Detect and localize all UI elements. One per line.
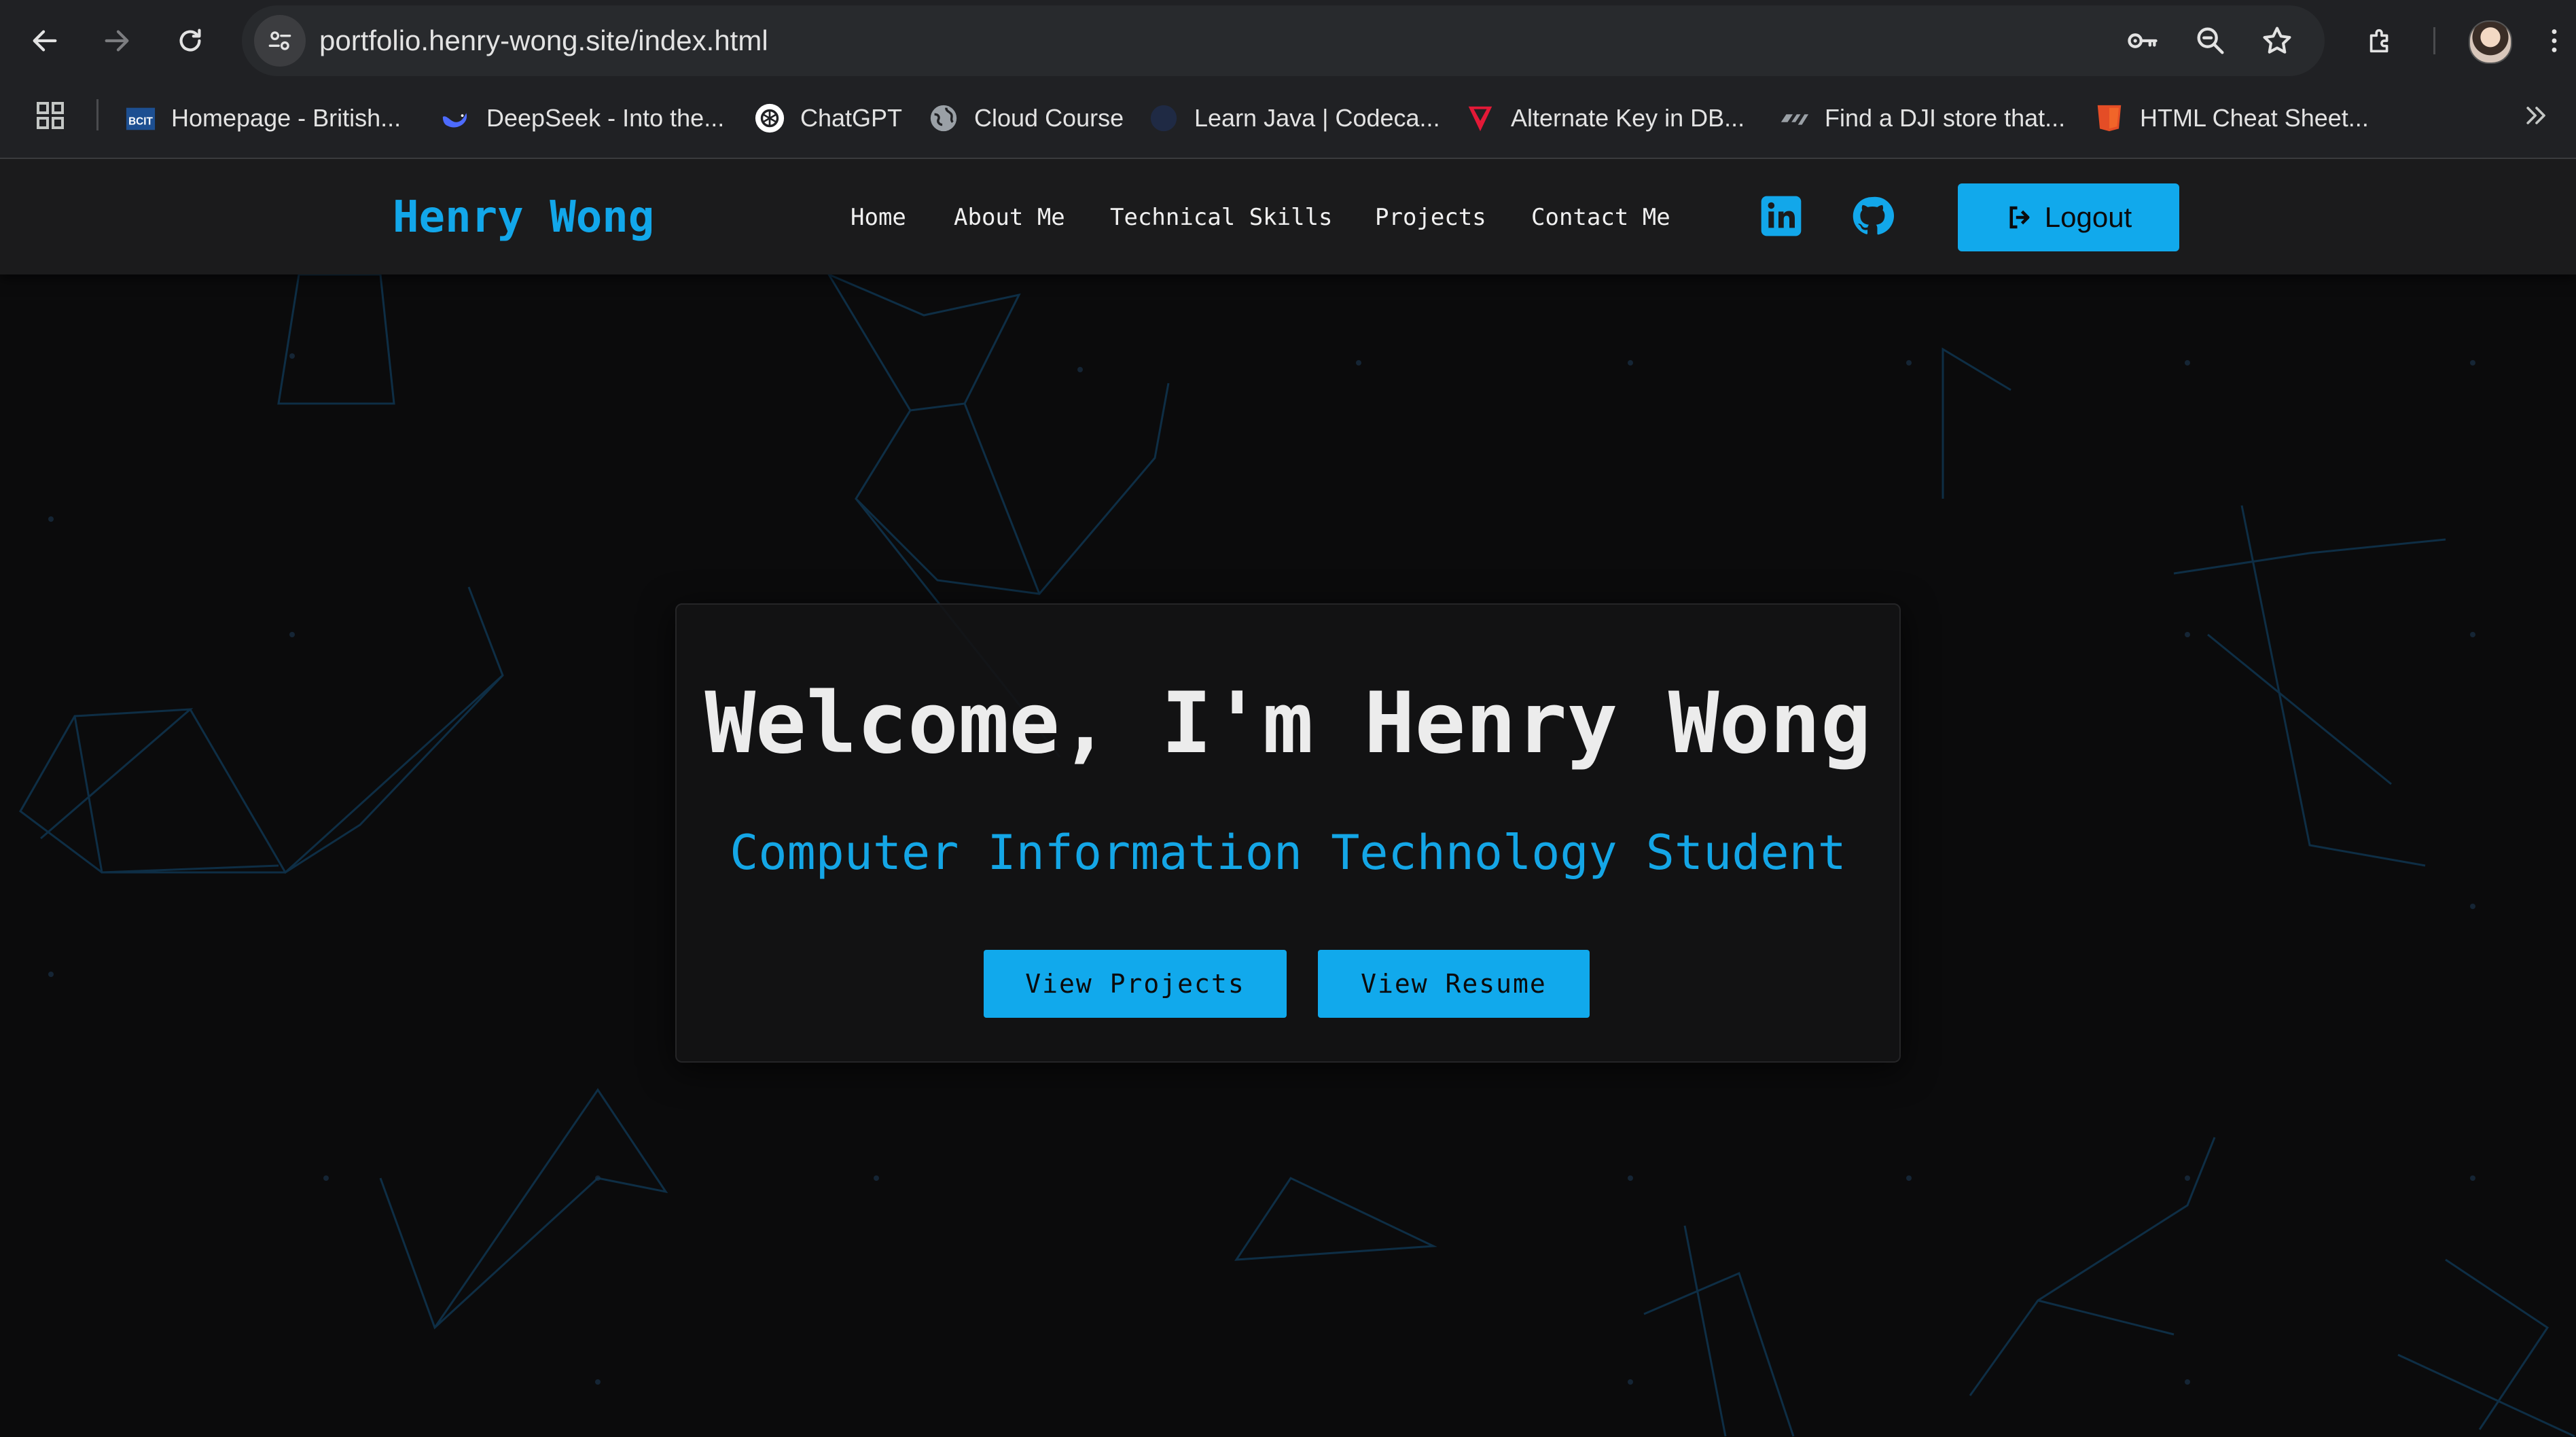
globe-icon [928, 103, 959, 134]
bookmark-label: Learn Java | Codeca... [1194, 104, 1440, 132]
reload-button[interactable] [164, 15, 216, 67]
view-projects-button[interactable]: View Projects [984, 950, 1287, 1018]
nav-link-about-me[interactable]: About Me [954, 202, 1065, 232]
bookmarks-bar: BCIT Homepage - British... DeepSeek - In… [0, 83, 2576, 151]
chevron-double-right-icon[interactable] [2522, 101, 2552, 130]
sign-out-icon [2009, 206, 2030, 229]
url-text[interactable]: portfolio.henry-wong.site/index.html [319, 22, 768, 60]
view-resume-button[interactable]: View Resume [1318, 950, 1590, 1018]
tune-icon [268, 31, 291, 50]
address-bar[interactable]: portfolio.henry-wong.site/index.html [242, 5, 2325, 76]
bookmark-label: Find a DJI store that... [1825, 104, 2066, 132]
more-vert-icon [2552, 29, 2557, 52]
github-icon[interactable] [1850, 194, 1894, 238]
hero-title: Welcome, I'm Henry Wong [704, 675, 1872, 773]
codecademy-icon [1148, 103, 1179, 134]
nav-link-projects[interactable]: Projects [1375, 202, 1486, 232]
html5-icon [2094, 103, 2125, 134]
svg-text:BCIT: BCIT [128, 116, 153, 128]
linkedin-icon[interactable] [1759, 194, 1803, 238]
bookmark-chatgpt[interactable]: ChatGPT [754, 99, 902, 137]
bookmark-label: HTML Cheat Sheet... [2140, 104, 2369, 132]
nav-link-technical-skills[interactable]: Technical Skills [1110, 202, 1333, 232]
bookmark-alternate-key[interactable]: Alternate Key in DB... [1465, 99, 1745, 137]
arrow-right-icon [105, 30, 129, 52]
bookmark-html-cheat-sheet[interactable]: HTML Cheat Sheet... [2094, 99, 2369, 137]
extensions-button[interactable] [2355, 15, 2406, 67]
bookmark-label: DeepSeek - Into the... [486, 104, 725, 132]
bookmark-label: Cloud Course [974, 104, 1124, 132]
logout-button[interactable]: Logout [1958, 183, 2179, 251]
zoom-icon[interactable] [2193, 23, 2228, 58]
arrow-left-icon [33, 30, 57, 52]
bookmark-label: Homepage - British... [171, 104, 401, 132]
browser-chrome: portfolio.henry-wong.site/index.html BCI… [0, 0, 2576, 159]
tesla-icon [1465, 103, 1496, 134]
dji-icon [1778, 103, 1810, 134]
hero-card: Welcome, I'm Henry Wong Computer Informa… [675, 603, 1901, 1063]
bookmark-bcit[interactable]: BCIT Homepage - British... [125, 99, 401, 137]
back-button[interactable] [19, 15, 71, 67]
site-navbar: Henry Wong Home About Me Technical Skill… [0, 159, 2576, 274]
forward-button[interactable] [91, 15, 143, 67]
portfolio-page: Henry Wong Home About Me Technical Skill… [0, 159, 2576, 1437]
password-key-icon[interactable] [2125, 23, 2160, 58]
nav-link-contact-me[interactable]: Contact Me [1531, 202, 1670, 232]
browser-toolbar: portfolio.henry-wong.site/index.html [0, 0, 2576, 82]
deepseek-icon [440, 103, 471, 134]
nav-link-home[interactable]: Home [851, 202, 906, 232]
bookmark-deepseek[interactable]: DeepSeek - Into the... [440, 99, 724, 137]
profile-avatar[interactable] [2469, 20, 2512, 64]
site-brand[interactable]: Henry Wong [393, 190, 654, 245]
puzzle-icon [2369, 29, 2389, 53]
bookmark-label: Alternate Key in DB... [1511, 104, 1745, 132]
logout-label: Logout [2044, 201, 2132, 233]
reload-icon [179, 29, 201, 52]
bookmark-learn-java[interactable]: Learn Java | Codeca... [1148, 99, 1440, 137]
hero-subtitle: Computer Information Technology Student [730, 825, 1846, 881]
bookmark-dji[interactable]: Find a DJI store that... [1778, 99, 2065, 137]
chatgpt-icon [754, 103, 785, 134]
site-info-button[interactable] [254, 15, 306, 67]
bcit-icon: BCIT [125, 103, 156, 134]
bookmark-star-icon[interactable] [2259, 23, 2295, 58]
toolbar-divider [2433, 27, 2435, 54]
menu-button[interactable] [2534, 15, 2575, 67]
bookmark-cloud-course[interactable]: Cloud Course [928, 99, 1124, 137]
bookmark-label: ChatGPT [800, 104, 903, 132]
